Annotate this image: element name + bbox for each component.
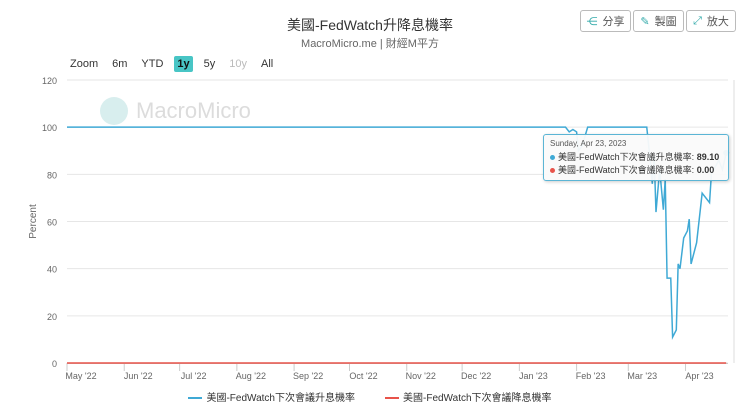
- tooltip-value: 89.10: [696, 152, 720, 162]
- chart-area[interactable]: 0 20 40 60 80 100 120 Percent May '22 Jun '22 Jul …: [0, 0, 740, 407]
- tooltip-label: 美國-FedWatch下次會議降息機率:: [558, 165, 695, 175]
- tooltip-row-hike: 美國-FedWatch下次會議升息機率: 89.10: [550, 150, 722, 163]
- y-tick-label: 40: [47, 265, 57, 275]
- x-tick-label: Oct '22: [349, 371, 377, 381]
- x-tick-label: Apr '23: [685, 371, 713, 381]
- tooltip-row-cut: 美國-FedWatch下次會議降息機率: 0.00: [550, 163, 722, 176]
- y-tick-label: 80: [47, 170, 57, 180]
- series-dot-icon: [550, 155, 555, 161]
- tooltip-value: 0.00: [696, 165, 715, 175]
- x-tick-label: Dec '22: [461, 371, 491, 381]
- legend-label: 美國-FedWatch下次會議升息機率: [206, 393, 355, 404]
- tooltip: Sunday, Apr 23, 2023 美國-FedWatch下次會議升息機率…: [543, 134, 729, 181]
- x-tick-label: Aug '22: [236, 371, 266, 381]
- legend-item-cut[interactable]: 美國-FedWatch下次會議降息機率: [385, 389, 552, 404]
- y-tick-label: 20: [47, 312, 57, 322]
- x-tick-label: Jan '23: [519, 371, 548, 381]
- x-tick-label: Nov '22: [406, 371, 436, 381]
- legend-label: 美國-FedWatch下次會議降息機率: [403, 393, 552, 404]
- y-tick-label: 0: [52, 359, 57, 369]
- tooltip-label: 美國-FedWatch下次會議升息機率:: [558, 152, 695, 162]
- x-tick-label: Feb '23: [576, 371, 606, 381]
- series-dot-icon: [550, 168, 555, 174]
- y-axis-label: Percent: [28, 204, 39, 239]
- x-tick-label: Mar '23: [627, 371, 657, 381]
- x-tick-label: Jun '22: [124, 371, 153, 381]
- legend: 美國-FedWatch下次會議升息機率 美國-FedWatch下次會議降息機率: [0, 389, 740, 404]
- y-tick-label: 120: [42, 76, 57, 86]
- x-tick-label: Jul '22: [181, 371, 207, 381]
- legend-item-hike[interactable]: 美國-FedWatch下次會議升息機率: [188, 389, 355, 404]
- x-tick-label: May '22: [65, 371, 96, 381]
- x-tick-label: Sep '22: [293, 371, 323, 381]
- tooltip-date: Sunday, Apr 23, 2023: [550, 139, 627, 148]
- y-tick-label: 100: [42, 123, 57, 133]
- y-tick-label: 60: [47, 218, 57, 228]
